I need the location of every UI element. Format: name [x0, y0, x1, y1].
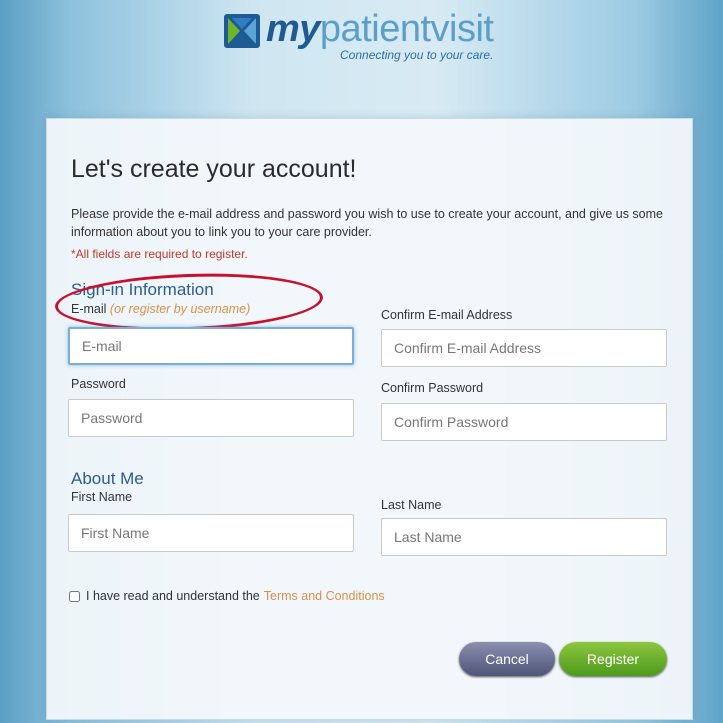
password-input[interactable]: [68, 399, 354, 437]
register-button[interactable]: Register: [559, 642, 667, 676]
password-label: Password: [71, 377, 126, 391]
registration-card: Let's create your account! Please provid…: [46, 118, 693, 720]
terms-text: I have read and understand the: [86, 589, 260, 603]
terms-checkbox[interactable]: [69, 590, 80, 602]
logo-mark-icon: [224, 14, 260, 48]
confirm-password-label: Confirm Password: [381, 381, 484, 395]
intro-text: Please provide the e-mail address and pa…: [71, 207, 663, 239]
terms-link[interactable]: Terms and Conditions: [264, 589, 385, 603]
brand-name: mypatientvisit: [266, 8, 494, 51]
logo: mypatientvisit Connecting you to your ca…: [0, 6, 723, 66]
cancel-button[interactable]: Cancel: [459, 642, 555, 676]
last-name-input[interactable]: [381, 518, 667, 556]
confirm-password-input[interactable]: [381, 403, 667, 441]
about-me-heading: About Me: [71, 469, 144, 488]
first-name-input[interactable]: [68, 514, 354, 552]
brand-prefix: my: [266, 8, 320, 50]
confirm-email-label: Confirm E-mail Address: [381, 308, 513, 322]
page-title: Let's create your account!: [71, 155, 357, 183]
confirm-email-input[interactable]: [381, 329, 667, 367]
brand-suffix: patientvisit: [319, 8, 494, 50]
email-input[interactable]: [68, 327, 354, 365]
tagline: Connecting you to your care.: [340, 48, 494, 62]
first-name-label: First Name: [71, 490, 133, 504]
required-note: *All fields are required to register.: [71, 247, 248, 261]
terms-row: I have read and understand the Terms and…: [69, 589, 385, 603]
last-name-label: Last Name: [381, 498, 442, 512]
